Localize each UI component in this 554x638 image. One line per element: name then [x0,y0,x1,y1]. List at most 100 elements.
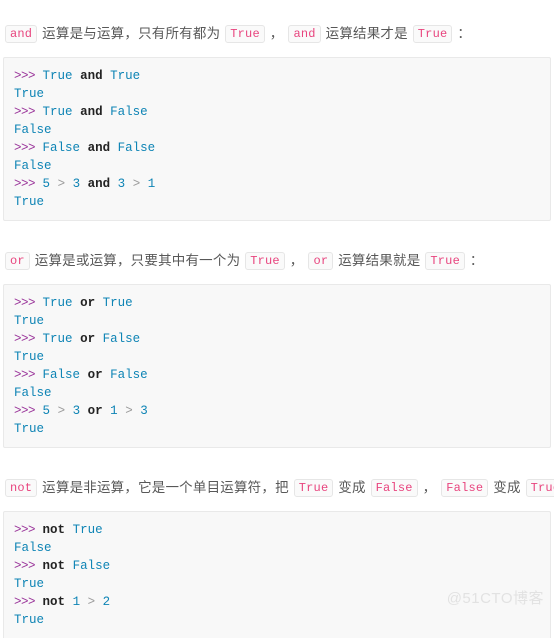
code-input-line: >>> not True [14,521,550,539]
token-out: True [14,87,45,101]
token-kw: not [42,523,66,537]
code-output-line: False [14,121,550,139]
paragraph-not-text-2: 变成 [334,479,370,495]
paragraph-or-text-1: 运算是或运算，只要其中有一个为 [30,252,245,268]
paragraph-and-text-4: ： [453,25,472,41]
token-num: 1 [147,177,156,191]
paragraph-and: and 运算是与运算，只有所有都为 True ， and 运算结果才是 True… [0,14,554,44]
token-bool: False [42,141,81,155]
prompt-marker: >>> [14,296,36,310]
token-num: 3 [140,404,148,418]
code-output-line: True [14,348,550,366]
token-num: 3 [72,404,81,418]
paragraph-and-text-3: 运算结果才是 [321,25,412,41]
code-block-not: >>> not True False >>> not False True >>> no… [3,511,551,638]
token-kw: or [87,404,103,418]
paragraph-or-text-2: ， [285,252,308,268]
code-input-line: >>> 5 > 3 and 3 > 1 [14,175,550,193]
code-output-line: True [14,85,550,103]
token-bool: False [110,105,148,119]
paragraph-not-text-4: 变成 [489,479,525,495]
code-output-line: True [14,193,550,211]
token-out: True [14,577,45,591]
prompt-marker: >>> [14,332,36,346]
token-kw: and [80,105,103,119]
token-num: 5 [42,404,51,418]
code-input-line: >>> not 1 > 2 [14,593,550,611]
code-output-line: False [14,157,550,175]
inline-code-and-true-1: True [225,24,265,43]
token-out: False [14,123,52,137]
code-output-line: True [14,611,550,629]
token-num: 3 [117,177,126,191]
token-out: False [14,159,52,173]
prompt-marker: >>> [14,141,36,155]
paragraph-not: not 运算是非运算，它是一个单目运算符，把 True 变成 False ， F… [0,462,554,498]
token-bool: False [102,332,141,346]
token-op: > [57,177,66,191]
token-op: > [87,595,96,609]
inline-code-not-1: not [5,478,38,497]
token-kw: or [87,368,103,382]
inline-code-or-true-2: True [425,251,465,270]
code-input-line: >>> True or False [14,330,550,348]
paragraph-or: or 运算是或运算，只要其中有一个为 True ， or 运算结果就是 True… [0,235,554,271]
token-out: True [14,422,45,436]
token-bool: True [42,332,73,346]
paragraph-not-text-1: 运算是非运算，它是一个单目运算符，把 [38,479,293,495]
prompt-marker: >>> [14,523,36,537]
prompt-marker: >>> [14,105,36,119]
code-block-and: >>> True and True True >>> True and False F… [3,57,551,221]
inline-code-and-1: and [5,24,38,43]
code-input-line: >>> False and False [14,139,550,157]
token-kw: and [87,177,111,191]
inline-code-not-false-2: False [441,478,489,497]
code-input-line: >>> False or False [14,366,550,384]
paragraph-or-text-3: 运算结果就是 [334,252,425,268]
paragraph-and-text-1: 运算是与运算，只有所有都为 [38,25,225,41]
code-output-line: True [14,312,550,330]
code-output-line: False [14,539,550,557]
token-out: False [14,541,52,555]
code-output-line: True [14,575,550,593]
token-bool: True [110,69,141,83]
token-out: True [14,613,45,627]
inline-code-not-true-1: True [293,478,334,497]
token-bool: True [42,296,73,310]
token-out: True [14,314,45,328]
token-op: > [57,404,66,418]
paragraph-or-text-4: ： [465,252,484,268]
token-bool: True [42,105,73,119]
paragraph-not-text-3: ， [418,479,441,495]
token-num: 1 [110,404,118,418]
code-block-or: >>> True or True True >>> True or False Tru… [3,284,551,448]
prompt-marker: >>> [14,368,36,382]
code-output-line: False [14,384,550,402]
token-kw: not [42,595,66,609]
inline-code-and-true-2: True [412,24,453,43]
token-num: 3 [72,177,81,191]
token-out: True [14,195,45,209]
prompt-marker: >>> [14,559,36,573]
token-bool: True [42,69,73,83]
prompt-marker: >>> [14,177,36,191]
token-kw: not [42,559,66,573]
code-input-line: >>> not False [14,557,550,575]
token-num: 1 [72,595,81,609]
inline-code-not-true-2: True [525,478,554,497]
token-kw: or [80,296,96,310]
token-op: > [125,404,133,418]
code-output-line: True [14,420,550,438]
inline-code-or-1: or [5,251,30,270]
token-out: False [14,386,52,400]
inline-code-or-true-1: True [245,251,285,270]
token-out: True [14,350,45,364]
code-input-line: >>> True and False [14,103,550,121]
inline-code-not-false-1: False [370,478,418,497]
inline-code-or-2: or [308,251,334,270]
token-kw: and [80,69,103,83]
token-bool: True [102,296,133,310]
token-kw: and [87,141,111,155]
prompt-marker: >>> [14,595,36,609]
token-num: 2 [102,595,111,609]
